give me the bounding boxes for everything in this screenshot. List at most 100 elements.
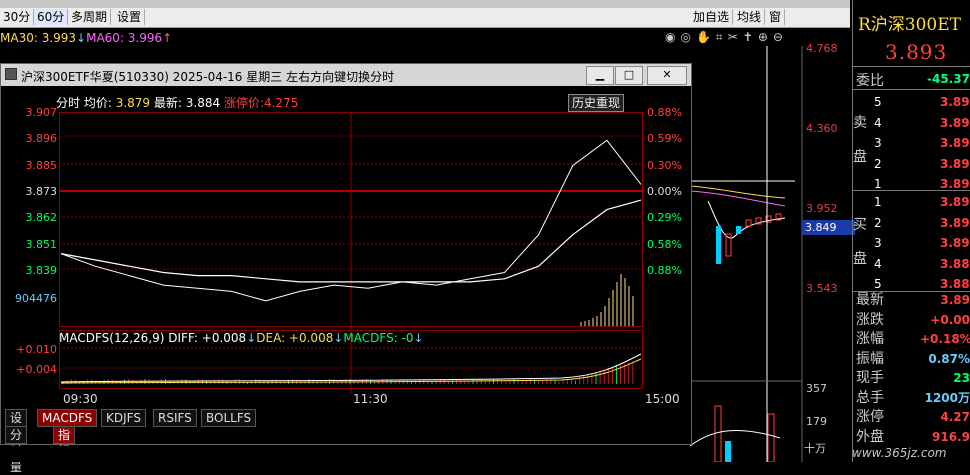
sell-label-1: 卖 — [853, 115, 867, 131]
background-kline-chart — [690, 46, 803, 462]
settings-button[interactable]: 设置 — [114, 9, 146, 25]
stat-label: 涨停 — [856, 409, 884, 425]
chart-toolbar: 30分 60分 多周期 设置 加自选 均线 窗 — [0, 8, 850, 28]
sell-level: 3 — [874, 136, 882, 150]
tab-settings[interactable]: 设置 — [5, 409, 28, 441]
time-axis-label: 09:30 — [63, 392, 98, 406]
dea-arrow: ↓ — [333, 331, 344, 345]
sell-prices: 3.89 3.89 3.89 3.89 3.89 — [940, 92, 970, 195]
buy-label-2: 盘 — [853, 251, 867, 267]
window-button[interactable]: 窗 — [766, 9, 786, 25]
tab-bollfs[interactable]: BOLLFS — [201, 409, 257, 427]
ma30-arrow: ↓ — [76, 31, 87, 45]
ma-line-magenta — [690, 190, 786, 207]
volume-axis-label: 179 — [806, 415, 827, 428]
ma-button[interactable]: 均线 — [734, 9, 766, 25]
hand-icon[interactable]: ✋ — [696, 30, 711, 44]
pct-axis-label: 0.58% — [647, 238, 682, 251]
current-price-tag: 3.849 — [802, 220, 855, 235]
sell-price: 3.89 — [940, 156, 970, 171]
tab-macdfs[interactable]: MACDFS — [37, 409, 98, 427]
macdfs-label: MACDFS: -0 — [343, 331, 414, 345]
zoom-out-icon[interactable]: ⊖ — [773, 30, 783, 44]
buy-price: 3.89 — [940, 195, 970, 209]
pct-axis-label: 0.29% — [647, 211, 682, 224]
price-axis-label: 3.851 — [25, 238, 58, 251]
price-axis-label: 3.907 — [25, 106, 58, 119]
volume-bar — [714, 405, 722, 462]
price-axis-label: 3.839 — [25, 264, 58, 277]
price-axis-label: 3.862 — [25, 211, 58, 224]
zoom-in-icon[interactable]: ⊕ — [758, 30, 768, 44]
tab-indicator[interactable]: 指标 — [53, 426, 76, 458]
intraday-chart — [59, 112, 643, 394]
stats-labels: 最新 涨跌 涨幅 振幅 现手 总手 涨停 外盘 — [856, 291, 884, 447]
stat-value: 4.27 — [940, 410, 970, 424]
period-30min-button[interactable]: 30分 — [0, 9, 35, 25]
chart-tools: ◉ ◎ ✋ ⌗ ✂ ✝ ⊕ ⊖ — [665, 30, 788, 46]
tab-volume[interactable]: 分时量 — [5, 426, 28, 474]
stat-label: 总手 — [856, 389, 884, 406]
add-watchlist-button[interactable]: 加自选 — [690, 9, 734, 25]
dea-label: DEA: +0.008 — [256, 331, 334, 345]
scissors-icon[interactable]: ✂ — [728, 30, 738, 44]
price-axis-label: 3.873 — [25, 185, 58, 198]
pct-axis-label: 0.30% — [647, 159, 682, 172]
buy-price: 3.89 — [940, 236, 970, 250]
tab-rsifs[interactable]: RSIFS — [153, 409, 197, 427]
kline-bar — [716, 226, 721, 264]
buy-price: 3.88 — [940, 256, 970, 271]
sell-price: 3.89 — [940, 95, 970, 109]
ma-info-line: MA30: 3.993↓MA60: 3.996↑ — [0, 30, 172, 46]
volume-value: 904476 — [15, 292, 57, 305]
stat-value: 1200万 — [924, 390, 970, 405]
buy-level: 2 — [874, 215, 882, 230]
right-axis-label: 3.952 — [806, 202, 838, 215]
stat-label: 最新 — [856, 292, 884, 308]
stat-value: +0.00 — [930, 312, 970, 327]
buy-label-1: 买 — [853, 217, 867, 233]
current-price: 3.893 — [885, 40, 948, 64]
price-axis-label: 3.896 — [25, 132, 58, 145]
eye-off-icon[interactable]: ◎ — [680, 30, 690, 44]
buy-level: 3 — [874, 236, 882, 250]
stats-values: 3.89 +0.00 +0.18% 0.87% 23 1200万 4.27 91… — [920, 291, 970, 447]
status-strip — [0, 446, 690, 462]
volume-axis-label: 357 — [806, 382, 827, 395]
sell-price: 3.89 — [940, 136, 970, 150]
weibi-label: 委比 — [856, 73, 884, 89]
diff-label: MACDFS(12,26,9) DIFF: +0.008 — [59, 331, 247, 345]
ma60-arrow: ↑ — [162, 31, 173, 45]
sell-level: 2 — [874, 156, 882, 171]
buy-levels: 1 2 3 4 5 — [874, 192, 882, 295]
stat-value: 23 — [953, 371, 970, 385]
time-axis-label: 15:00 — [645, 392, 680, 406]
divider — [853, 190, 970, 191]
buy-prices: 3.89 3.89 3.89 3.88 3.88 — [940, 192, 970, 295]
tab-kdjfs[interactable]: KDJFS — [101, 409, 146, 427]
price-axis-label: 3.885 — [25, 159, 58, 172]
multi-period-button[interactable]: 多周期 — [68, 9, 112, 25]
sell-levels: 5 4 3 2 1 — [874, 92, 882, 195]
ma60-label: MA60: 3.996 — [86, 31, 163, 45]
right-axis-label: 3.543 — [806, 282, 838, 295]
pct-axis-label: 0.00% — [647, 185, 682, 198]
ma30-label: MA30: 3.993 — [0, 31, 77, 45]
bracket-icon[interactable]: ⌗ — [716, 30, 723, 44]
macdfs-arrow: ↓ — [413, 331, 424, 345]
stat-label: 现手 — [856, 370, 884, 386]
buy-price: 3.89 — [940, 215, 970, 230]
pin-icon[interactable]: ✝ — [743, 30, 753, 44]
period-60min-button[interactable]: 60分 — [34, 9, 69, 25]
macd-axis-label: +0.004 — [16, 363, 57, 376]
sell-level: 4 — [874, 115, 882, 130]
eye-icon[interactable]: ◉ — [665, 30, 675, 44]
volume-bars — [580, 274, 634, 326]
sell-level: 5 — [874, 95, 882, 109]
divider — [853, 89, 970, 90]
stat-value: 0.87% — [928, 351, 970, 366]
volume-bar — [725, 441, 731, 462]
pct-axis-label: 0.59% — [647, 132, 682, 145]
pct-axis-label: 0.88% — [647, 106, 682, 119]
stat-value: +0.18% — [920, 332, 970, 346]
